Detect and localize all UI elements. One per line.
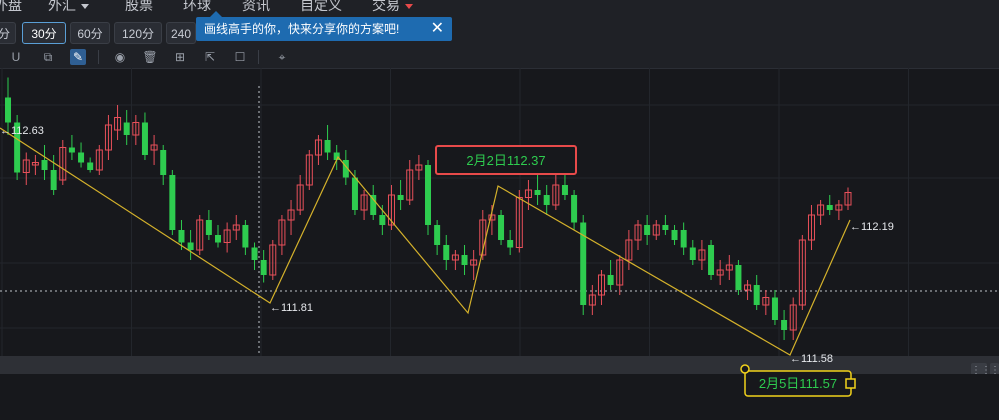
annotation-text-bottom: 2月5日111.57 — [759, 376, 837, 391]
price-label-last: ←112.19 — [850, 221, 894, 233]
annotation-text-top: 2月2日112.37 — [466, 153, 545, 168]
annotation-handle-square — [845, 378, 856, 389]
zigzag-trend-line — [0, 127, 851, 356]
price-label-high: ←112.63 — [0, 125, 44, 137]
price-label-low-1: ←111.81 — [270, 302, 313, 314]
annotation-handle-circle — [740, 364, 750, 374]
price-label-low-2: ←111.58 — [790, 353, 833, 365]
annotation-overlay: ←112.63 ←111.81 ←112.19 ←111.58 2月2日112.37 2月… — [0, 125, 894, 397]
